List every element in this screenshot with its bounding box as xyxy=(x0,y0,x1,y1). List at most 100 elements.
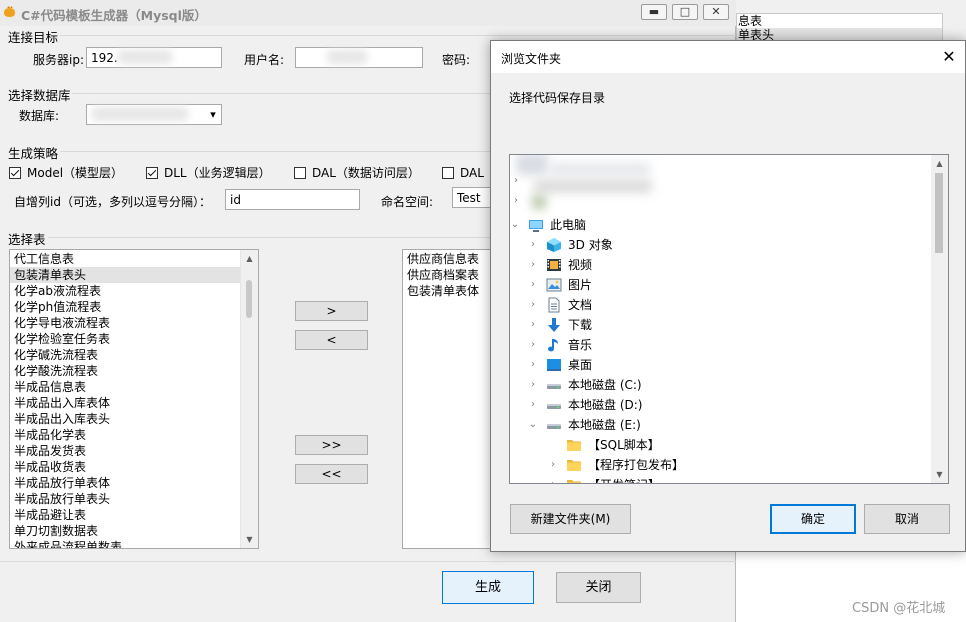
model-checkbox-row[interactable]: Model（模型层） xyxy=(9,164,123,181)
tree-node[interactable]: › 本地磁盘 (D:) xyxy=(528,395,828,415)
folder-tree[interactable]: › › ⌄ 此电脑 › 3D 对象 › 视频 › 图片 › 文档 › 下载 › 音乐 › 桌面 › 本地磁盘 (C… xyxy=(509,154,949,484)
new-folder-button[interactable]: 新建文件夹(M) xyxy=(510,504,631,534)
database-section-title: 选择数据库 xyxy=(8,88,71,103)
dal-checkbox-label: DAL（数据访问层） xyxy=(312,166,420,180)
dal-checkbox[interactable] xyxy=(294,166,306,179)
close-button[interactable]: ✕ xyxy=(703,4,729,20)
ok-button[interactable]: 确定 xyxy=(770,504,856,534)
scroll-down-arrow-icon[interactable]: ▼ xyxy=(241,531,258,548)
cancel-button[interactable]: 取消 xyxy=(864,504,950,534)
tree-node-label: 桌面 xyxy=(568,358,593,372)
chevron-down-icon[interactable]: ⌄ xyxy=(510,215,520,235)
chevron-right-icon[interactable]: › xyxy=(528,315,538,335)
table-list-item[interactable]: 半成品信息表 xyxy=(10,379,258,395)
drive-icon xyxy=(546,397,562,413)
dll-checkbox-label: DLL（业务逻辑层） xyxy=(164,166,271,180)
available-list-scrollbar[interactable]: ▲ ▼ xyxy=(240,250,258,548)
tree-node[interactable]: › 3D 对象 xyxy=(528,235,828,255)
chosen-tables-list[interactable]: 供应商信息表 供应商档案表 包装清单表体 xyxy=(402,249,502,549)
tree-node-label: 此电脑 xyxy=(550,218,587,232)
tree-node[interactable]: 【SQL脚本】 xyxy=(548,435,848,455)
remove-all-tables-button[interactable]: << xyxy=(295,464,368,484)
close-main-button[interactable]: 关闭 xyxy=(556,572,641,603)
table-list-item[interactable]: 半成品出入库表头 xyxy=(10,411,258,427)
chevron-right-icon[interactable]: › xyxy=(528,375,538,395)
add-all-tables-button[interactable]: >> xyxy=(295,435,368,455)
tree-node[interactable]: › 音乐 xyxy=(528,335,828,355)
scroll-thumb[interactable] xyxy=(935,173,943,253)
chevron-right-icon[interactable]: › xyxy=(528,355,538,375)
chevron-right-icon[interactable]: › xyxy=(514,175,518,186)
scroll-up-arrow-icon[interactable]: ▲ xyxy=(931,155,948,172)
table-list-item[interactable]: 半成品收货表 xyxy=(10,459,258,475)
chevron-right-icon[interactable]: › xyxy=(528,395,538,415)
table-list-item[interactable]: 化学导电液流程表 xyxy=(10,315,258,331)
table-list-item[interactable]: 代工信息表 xyxy=(10,251,258,267)
scroll-down-arrow-icon[interactable]: ▼ xyxy=(931,466,948,483)
model-checkbox[interactable] xyxy=(9,166,21,179)
table-list-item[interactable]: 半成品放行单表头 xyxy=(10,491,258,507)
tree-node-label: 下载 xyxy=(568,318,593,332)
chosen-table-item[interactable]: 供应商信息表 xyxy=(403,251,502,267)
chosen-table-item[interactable]: 供应商档案表 xyxy=(403,267,502,283)
tree-node[interactable]: › 下载 xyxy=(528,315,828,335)
chevron-right-icon[interactable]: › xyxy=(528,235,538,255)
table-list-item[interactable]: 半成品化学表 xyxy=(10,427,258,443)
tree-node[interactable]: ⌄ 此电脑 xyxy=(510,215,810,235)
tree-node[interactable]: › 【开发笔记】 xyxy=(548,475,848,483)
chevron-right-icon[interactable]: › xyxy=(528,335,538,355)
table-list-item[interactable]: 外来成品流程单数表 xyxy=(10,539,258,548)
maximize-button[interactable]: □ xyxy=(672,4,698,20)
tree-node[interactable]: › 【程序打包发布】 xyxy=(548,455,848,475)
table-list-item[interactable]: 化学ab液流程表 xyxy=(10,283,258,299)
tree-node[interactable]: › 视频 xyxy=(528,255,828,275)
table-list-item[interactable]: 化学酸洗流程表 xyxy=(10,363,258,379)
dal-extra-checkbox[interactable] xyxy=(442,166,454,179)
tree-node-label: 本地磁盘 (E:) xyxy=(568,418,641,432)
tree-node[interactable]: › 文档 xyxy=(528,295,828,315)
documents-icon xyxy=(546,297,562,313)
chevron-right-icon[interactable]: › xyxy=(528,275,538,295)
scroll-thumb[interactable] xyxy=(246,280,252,318)
dll-checkbox[interactable] xyxy=(146,166,158,179)
scroll-up-arrow-icon[interactable]: ▲ xyxy=(241,250,258,267)
folder-icon xyxy=(566,437,582,453)
dialog-close-icon[interactable]: ✕ xyxy=(939,47,959,67)
window-title: C#代码模板生成器（Mysql版） xyxy=(21,8,207,23)
dialog-description: 选择代码保存目录 xyxy=(509,91,606,105)
table-list-item[interactable]: 半成品发货表 xyxy=(10,443,258,459)
table-list-item[interactable]: 化学检验室任务表 xyxy=(10,331,258,347)
chevron-right-icon[interactable]: › xyxy=(548,455,558,475)
dal-extra-checkbox-row[interactable]: DAL（ xyxy=(442,164,496,181)
generate-button[interactable]: 生成 xyxy=(442,571,534,604)
chevron-right-icon[interactable]: › xyxy=(528,255,538,275)
available-tables-list[interactable]: 代工信息表 包装清单表头 化学ab液流程表 化学ph值流程表 化学导电液流程表 化学检验室… xyxy=(9,249,259,549)
table-list-item[interactable]: 半成品出入库表体 xyxy=(10,395,258,411)
add-table-button[interactable]: > xyxy=(295,301,368,321)
namespace-input[interactable]: Test xyxy=(452,187,490,208)
connection-section-title: 连接目标 xyxy=(8,30,59,45)
table-list-item[interactable]: 包装清单表头 xyxy=(10,267,258,283)
chevron-down-icon[interactable]: ▾ xyxy=(205,105,221,124)
table-list-item[interactable]: 半成品放行单表体 xyxy=(10,475,258,491)
chevron-right-icon[interactable]: › xyxy=(528,295,538,315)
autoinc-input[interactable]: id xyxy=(225,189,360,210)
dll-checkbox-row[interactable]: DLL（业务逻辑层） xyxy=(146,164,271,181)
folder-tree-scrollbar[interactable]: ▲ ▼ xyxy=(931,155,948,483)
chevron-right-icon[interactable]: › xyxy=(514,195,518,206)
chevron-right-icon[interactable]: › xyxy=(548,475,558,483)
remove-table-button[interactable]: < xyxy=(295,330,368,350)
tree-node[interactable]: › 本地磁盘 (C:) xyxy=(528,375,828,395)
table-list-item[interactable]: 化学碱洗流程表 xyxy=(10,347,258,363)
tree-node[interactable]: ⌄ 本地磁盘 (E:) xyxy=(528,415,828,435)
tree-node[interactable]: › 图片 xyxy=(528,275,828,295)
table-list-item[interactable]: 化学ph值流程表 xyxy=(10,299,258,315)
table-list-item[interactable]: 单刀切割数据表 xyxy=(10,523,258,539)
tree-node[interactable]: › 桌面 xyxy=(528,355,828,375)
dal-checkbox-row[interactable]: DAL（数据访问层） xyxy=(294,164,420,181)
table-list-item[interactable]: 半成品避让表 xyxy=(10,507,258,523)
minimize-button[interactable]: ▬ xyxy=(641,4,667,20)
chosen-table-item[interactable]: 包装清单表体 xyxy=(403,283,502,299)
chevron-down-icon[interactable]: ⌄ xyxy=(528,415,538,435)
tree-node-label: 【开发笔记】 xyxy=(588,475,660,483)
